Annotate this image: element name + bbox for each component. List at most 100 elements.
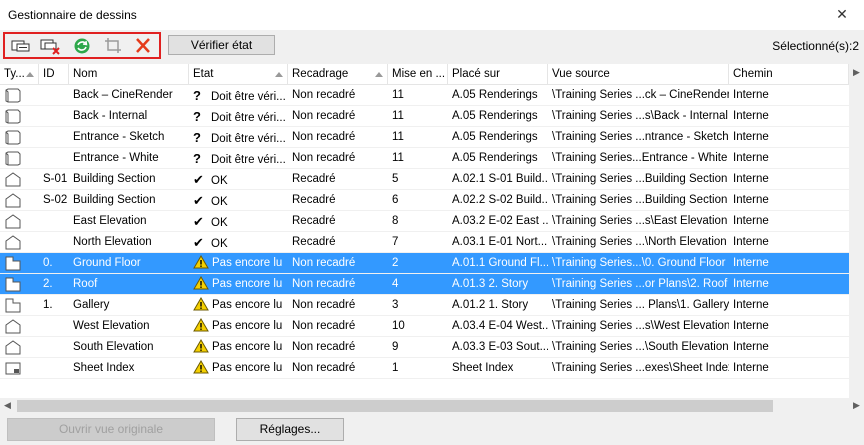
cell-text: North Elevation [73,236,152,248]
cell-scale: 8 [388,211,448,232]
elevation-view-icon [4,319,22,334]
cell-text: A.03.2 E-02 East ... [452,215,548,227]
cell-path: Interne [729,106,849,127]
cell-crop: Non recadré [288,127,388,148]
horizontal-scroll-thumb[interactable] [17,400,773,412]
cell-status: ✔ OK [189,211,288,232]
cell-status: Pas encore lu [189,337,288,358]
header-col-type[interactable]: Ty... [0,64,39,84]
cell-path: Interne [729,253,849,274]
cell-placed: A.01.1 Ground Fl... [448,253,548,274]
cell-source: \Training Series ...Building Section [548,190,729,211]
header-col-name[interactable]: Nom [69,64,189,84]
header-col-crop[interactable]: Recadrage [288,64,388,84]
table-row[interactable]: Back – CineRender? Doit être véri... Non r… [0,85,849,106]
open-original-view-button[interactable]: Ouvrir vue originale [7,418,215,441]
scroll-right-icon[interactable]: ▶ [853,400,860,411]
cell-text: 11 [392,89,404,101]
vertical-scrollbar[interactable]: ▶ [849,64,864,398]
cell-source: \Training Series ...\North Elevation [548,232,729,253]
cell-id [39,127,69,148]
question-icon: ? [193,109,201,124]
header-col-status[interactable]: Etat [189,64,288,84]
check-status-button[interactable]: Vérifier état [168,35,275,55]
table-row[interactable]: South Elevation Pas encore lu Non recadré 9… [0,337,849,358]
table-row[interactable]: Sheet Index Pas encore lu Non recadré 1 Shee… [0,358,849,379]
cell-source: \Training Series ...or Plans\2. Roof [548,274,729,295]
crop-icon[interactable] [101,35,125,57]
cell-text: \Training Series ...s\Back - Internal [552,110,728,122]
link-drawing-icon[interactable] [9,35,33,57]
warning-icon [193,255,209,269]
cell-text: 2. [43,278,53,290]
cell-status: ✔ OK [189,190,288,211]
refresh-icon[interactable] [70,35,94,57]
cell-text: Interne [733,89,769,101]
cell-text: A.05 Renderings [452,152,538,164]
header-col-source[interactable]: Vue source [548,64,729,84]
cell-path: Interne [729,169,849,190]
cell-text: Sheet Index [73,362,135,374]
header-col-path[interactable]: Chemin [729,64,849,84]
scroll-left-icon[interactable]: ◀ [4,400,11,411]
elevation-view-icon [4,193,22,208]
table-row[interactable]: 1. Gallery Pas encore lu Non recadré 3 A.01.2… [0,295,849,316]
elevation-view-icon [4,340,22,355]
elevation-view-icon [4,214,22,229]
cell-text: Non recadré [292,131,356,143]
cell-status: Pas encore lu [189,358,288,379]
table-row[interactable]: North Elevation ✔ OK Recadré 7 A.03.1 E-01 No… [0,232,849,253]
cell-text: Non recadré [292,257,356,269]
cell-status: ? Doit être véri... [189,148,288,169]
cell-scale: 9 [388,337,448,358]
table-row[interactable]: Entrance - Sketch? Doit être véri... Non r… [0,127,849,148]
cell-text: Interne [733,341,769,353]
cell-source: \Training Series ...Building Section [548,169,729,190]
unlink-drawing-icon[interactable] [39,35,63,57]
header-col-placed[interactable]: Placé sur [448,64,548,84]
cell-text: Roof [73,278,98,290]
cell-text: \Training Series ...exes\Sheet Index [552,362,729,374]
cell-status: Pas encore lu [189,253,288,274]
table-row[interactable]: West Elevation Pas encore lu Non recadré 10… [0,316,849,337]
close-icon[interactable]: ✕ [832,4,852,24]
cell-scale: 11 [388,148,448,169]
cell-source: \Training Series ...s\Back - Internal [548,106,729,127]
cell-text: Gallery [73,299,110,311]
scroll-right-arrow-icon[interactable]: ▶ [853,67,860,78]
table-row[interactable]: Back - Internal? Doit être véri... Non rec… [0,106,849,127]
cell-text: \Training Series ...s\East Elevation [552,215,728,227]
cell-text: Doit être véri... [211,91,286,103]
cell-text: 2 [392,257,399,269]
elevation-view-icon [4,235,22,250]
table-row[interactable]: East Elevation ✔ OK Recadré 8 A.03.2 E-02 Eas… [0,211,849,232]
settings-button[interactable]: Réglages... [236,418,344,441]
cell-crop: Non recadré [288,274,388,295]
cell-text: 11 [392,110,404,122]
table-row[interactable]: Entrance - White? Doit être véri... Non re… [0,148,849,169]
floor-plan-icon [4,256,22,271]
horizontal-scrollbar[interactable]: ◀ ▶ [0,398,864,414]
cell-text: Recadré [292,215,336,227]
table-row[interactable]: S-02 Building Section ✔ OK Recadré 6 A.02.2 S-… [0,190,849,211]
cell-text: Interne [733,173,769,185]
cell-text: Recadré [292,194,336,206]
cell-text: 4 [392,278,399,290]
table-row[interactable]: 0. Ground Floor Pas encore lu Non recadré 2 A… [0,253,849,274]
cell-text: A.01.3 2. Story [452,278,529,290]
cell-id: 2. [39,274,69,295]
table-row[interactable]: 2. Roof Pas encore lu Non recadré 4 A.01.3 2.… [0,274,849,295]
cell-text: Back - Internal [73,110,148,122]
table-row[interactable]: S-01 Building Section ✔ OK Recadré 5 A.02.1 S-… [0,169,849,190]
cell-text: Pas encore lu [212,320,283,332]
cell-name: Sheet Index [69,358,189,379]
cell-text: A.03.4 E-04 West... [452,320,548,332]
header-col-id[interactable]: ID [39,64,69,84]
header-label: Nom [73,68,98,80]
cell-id: S-01 [39,169,69,190]
cell-placed: A.03.1 E-01 Nort... [448,232,548,253]
cell-text: A.05 Renderings [452,89,538,101]
header-col-scale[interactable]: Mise en ... [388,64,448,84]
delete-icon[interactable] [131,35,155,57]
cell-name: Gallery [69,295,189,316]
